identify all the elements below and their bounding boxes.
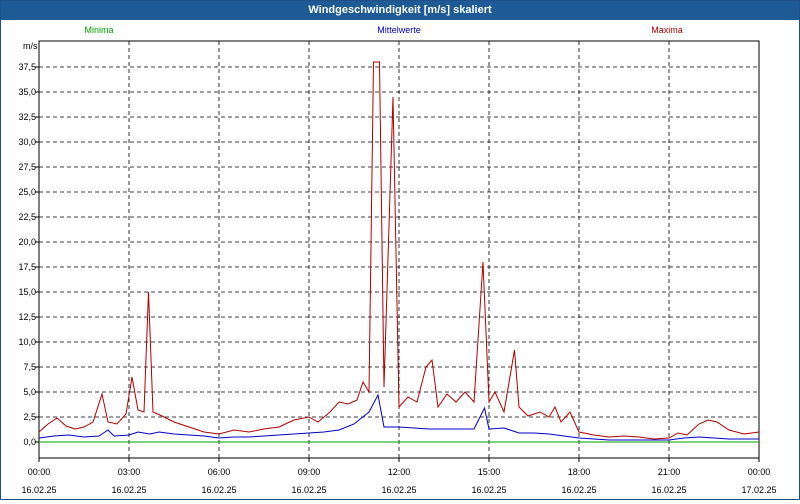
x-tick-date: 17.02.25 [741, 485, 776, 495]
y-tick-label: 17,5 [18, 262, 36, 272]
x-tick-date: 16.02.25 [381, 485, 416, 495]
y-tick-label: 7,5 [23, 362, 36, 372]
y-tick-label: 15,0 [18, 287, 36, 297]
chart-window: Windgeschwindigkeit [m/s] skaliert 0,0 2,… [0, 0, 800, 500]
y-tick-label: 22,5 [18, 212, 36, 222]
x-tick-date: 16.02.25 [471, 485, 506, 495]
x-tick-time: 06:00 [208, 467, 231, 477]
x-tick-time: 15:00 [478, 467, 501, 477]
y-tick-label: 20,0 [18, 237, 36, 247]
y-tick-label: 2,5 [23, 412, 36, 422]
y-tick-label: 12,5 [18, 312, 36, 322]
y-tick-label: 35,0 [18, 87, 36, 97]
y-tick-label: 5,0 [23, 387, 36, 397]
x-tick-time: 18:00 [568, 467, 591, 477]
x-tick-time: 03:00 [118, 467, 141, 477]
y-tick-label: 32,5 [18, 112, 36, 122]
x-tick-time: 00:00 [748, 467, 771, 477]
window-title: Windgeschwindigkeit [m/s] skaliert [1, 1, 799, 20]
x-tick-date: 16.02.25 [561, 485, 596, 495]
y-tick-label: 10,0 [18, 337, 36, 347]
legend-maxima: Maxima [651, 25, 683, 35]
x-tick-date: 16.02.25 [21, 485, 56, 495]
x-tick-date: 16.02.25 [111, 485, 146, 495]
y-tick-label: 27,5 [18, 162, 36, 172]
wind-speed-chart: 0,0 2,5 5,0 7,5 10,0 12,5 15,0 17,5 20,0 22,5 25,0… [18, 25, 777, 495]
chart-area: 0,0 2,5 5,0 7,5 10,0 12,5 15,0 17,5 20,0 22,5 25,0… [1, 20, 799, 499]
y-tick-label: 30,0 [18, 137, 36, 147]
x-tick-time: 12:00 [388, 467, 411, 477]
x-tick-date: 16.02.25 [201, 485, 236, 495]
x-tick-time: 00:00 [28, 467, 51, 477]
legend: Minima Mittelwerte Maxima [84, 25, 682, 35]
x-tick-date: 16.02.25 [651, 485, 686, 495]
legend-mittelwerte: Mittelwerte [377, 25, 421, 35]
x-tick-date: 16.02.25 [291, 485, 326, 495]
y-tick-label: 25,0 [18, 187, 36, 197]
y-tick-label: 37,5 [18, 62, 36, 72]
x-tick-time: 21:00 [658, 467, 681, 477]
legend-minima: Minima [84, 25, 113, 35]
y-tick-label: 0,0 [23, 437, 36, 447]
y-axis-ticks: 0,0 2,5 5,0 7,5 10,0 12,5 15,0 17,5 20,0 22,5 25,0… [18, 62, 39, 447]
y-axis-label: m/s [23, 41, 38, 51]
x-tick-time: 09:00 [298, 467, 321, 477]
x-axis-ticks: 00:00 16.02.25 03:00 16.02.25 06:00 16.02.25 0… [21, 458, 777, 495]
